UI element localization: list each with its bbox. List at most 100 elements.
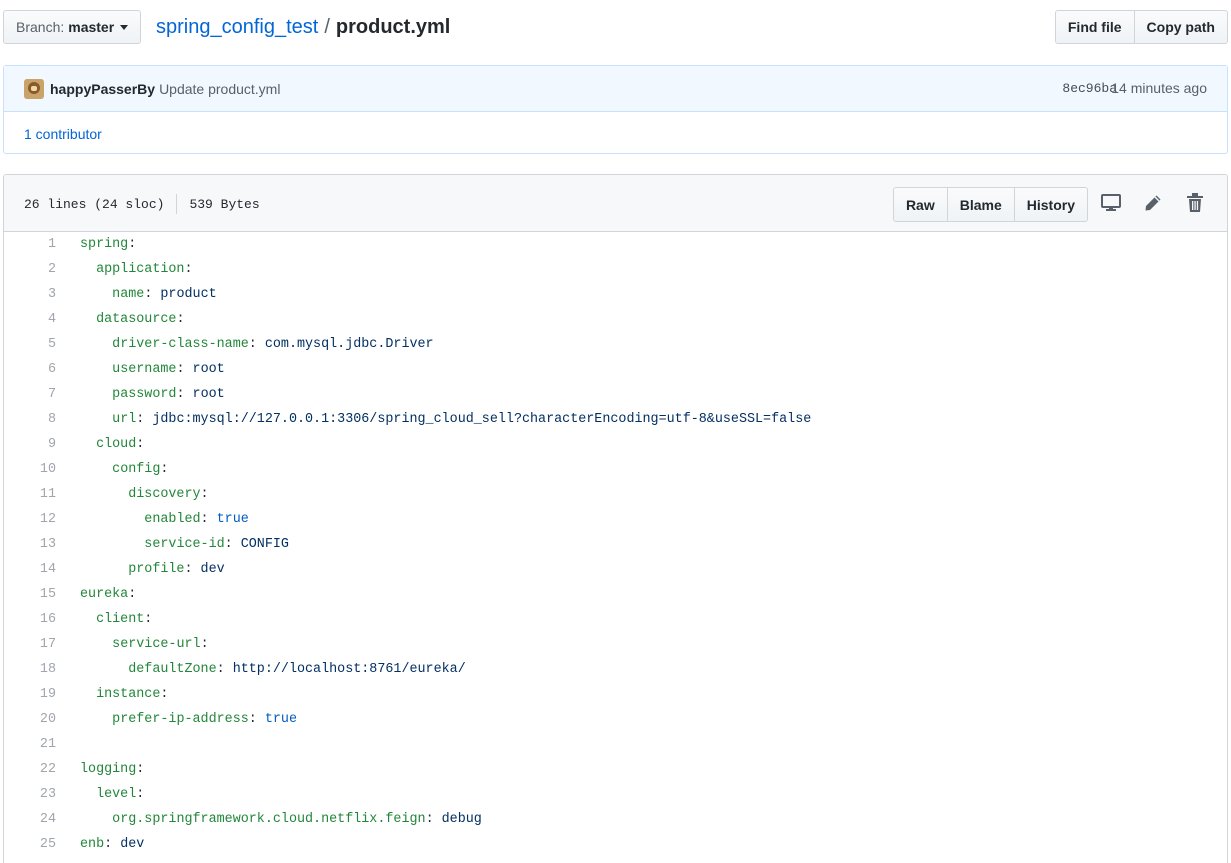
commit-author[interactable]: happyPasserBy xyxy=(50,81,155,97)
branch-select-button[interactable]: Branch: master xyxy=(3,10,142,44)
code-line: 15 eureka: xyxy=(4,582,1227,607)
code-line: 5 driver-class-name: com.mysql.jdbc.Driv… xyxy=(4,332,1227,357)
yaml-key: cloud xyxy=(96,437,137,452)
line-content: enb: dev xyxy=(80,837,145,852)
yaml-key: service-id xyxy=(144,537,225,552)
commit-message[interactable]: Update product.yml xyxy=(159,81,280,97)
line-content: cloud: xyxy=(96,437,153,452)
line-number[interactable]: 19 xyxy=(4,687,56,702)
repo-link[interactable]: spring_config_test xyxy=(156,16,318,39)
yaml-value: true xyxy=(264,712,297,727)
line-content: defaultZone: http://localhost:8761/eurek… xyxy=(128,662,466,677)
code-listing: 1 spring: 2 application: 3 name: product 4… xyxy=(4,232,1227,857)
line-number[interactable]: 24 xyxy=(4,812,56,827)
yaml-key: enb xyxy=(80,837,105,852)
avatar[interactable] xyxy=(24,78,44,99)
line-content: profile: dev xyxy=(128,562,225,577)
line-content: org.springframework.cloud.netflix.feign:… xyxy=(112,812,482,827)
yaml-key: config xyxy=(112,462,161,477)
yaml-key: name xyxy=(112,287,145,302)
yaml-value: root xyxy=(192,387,225,402)
line-number[interactable]: 20 xyxy=(4,712,56,727)
line-content: instance: xyxy=(96,687,177,702)
line-content: spring: xyxy=(80,237,145,252)
history-button[interactable]: History xyxy=(1014,187,1088,222)
line-number[interactable]: 5 xyxy=(4,337,56,352)
yaml-key: level xyxy=(96,787,137,802)
yaml-value: jdbc:mysql://127.0.0.1:3306/spring_cloud… xyxy=(152,412,812,427)
file-viewer: 26 lines (24 sloc) 539 Bytes Raw Blame H… xyxy=(3,174,1228,863)
commit-sha[interactable]: 8ec96ba xyxy=(1062,81,1117,96)
trash-icon[interactable] xyxy=(1185,192,1205,214)
desktop-icon[interactable] xyxy=(1101,192,1121,214)
line-number[interactable]: 18 xyxy=(4,662,56,677)
line-content: service-id: CONFIG xyxy=(144,537,289,552)
pencil-icon[interactable] xyxy=(1143,192,1163,214)
line-number[interactable]: 1 xyxy=(4,237,56,252)
commit-time: 14 minutes ago xyxy=(1111,80,1207,96)
code-line: 7 password: root xyxy=(4,382,1227,407)
yaml-key: logging xyxy=(80,762,137,777)
line-number[interactable]: 10 xyxy=(4,462,56,477)
yaml-key: spring xyxy=(80,237,129,252)
line-number[interactable]: 21 xyxy=(4,737,56,752)
line-number[interactable]: 7 xyxy=(4,387,56,402)
line-number[interactable]: 4 xyxy=(4,312,56,327)
find-file-button[interactable]: Find file xyxy=(1054,10,1135,44)
code-line: 8 url: jdbc:mysql://127.0.0.1:3306/sprin… xyxy=(4,407,1227,432)
blame-button[interactable]: Blame xyxy=(947,187,1015,222)
line-number[interactable]: 8 xyxy=(4,412,56,427)
raw-button[interactable]: Raw xyxy=(892,187,948,222)
branch-prefix: Branch: xyxy=(16,19,65,35)
file-header: 26 lines (24 sloc) 539 Bytes Raw Blame H… xyxy=(4,175,1227,232)
line-number[interactable]: 12 xyxy=(4,512,56,527)
yaml-key: discovery xyxy=(128,487,201,502)
line-content: datasource: xyxy=(96,312,193,327)
code-line: 13 service-id: CONFIG xyxy=(4,532,1227,557)
code-line: 4 datasource: xyxy=(4,307,1227,332)
yaml-key: service-url xyxy=(112,637,201,652)
copy-path-button[interactable]: Copy path xyxy=(1134,10,1228,44)
line-number[interactable]: 13 xyxy=(4,537,56,552)
yaml-value: dev xyxy=(200,562,225,577)
line-number[interactable]: 23 xyxy=(4,787,56,802)
yaml-value: http://localhost:8761/eureka/ xyxy=(232,662,466,677)
line-number[interactable]: 22 xyxy=(4,762,56,777)
yaml-key: eureka xyxy=(80,587,129,602)
line-content: password: root xyxy=(112,387,225,402)
line-number[interactable]: 3 xyxy=(4,287,56,302)
line-content: level: xyxy=(96,787,153,802)
file-icon-actions xyxy=(1101,192,1205,214)
line-content: name: product xyxy=(112,287,217,302)
file-navigation: Branch: master spring_config_test / prod… xyxy=(3,10,1228,45)
yaml-key: enabled xyxy=(144,512,201,527)
yaml-key: url xyxy=(112,412,137,427)
line-number[interactable]: 11 xyxy=(4,487,56,502)
line-number[interactable]: 6 xyxy=(4,362,56,377)
code-line: 19 instance: xyxy=(4,682,1227,707)
line-number[interactable]: 2 xyxy=(4,262,56,277)
yaml-key: client xyxy=(96,612,145,627)
code-line: 9 cloud: xyxy=(4,432,1227,457)
yaml-key: profile xyxy=(128,562,185,577)
file-info-divider xyxy=(176,194,178,214)
line-number[interactable]: 14 xyxy=(4,562,56,577)
caret-down-icon xyxy=(120,24,129,30)
file-line-count: 26 lines (24 sloc) xyxy=(24,196,165,212)
code-line: 18 defaultZone: http://localhost:8761/eu… xyxy=(4,657,1227,682)
yaml-key: defaultZone xyxy=(128,662,217,677)
yaml-key: password xyxy=(112,387,177,402)
line-number[interactable]: 16 xyxy=(4,612,56,627)
line-content: enabled: true xyxy=(144,512,249,527)
line-content: url: jdbc:mysql://127.0.0.1:3306/spring_… xyxy=(112,412,812,427)
branch-name: master xyxy=(68,19,115,35)
code-line: 11 discovery: xyxy=(4,482,1227,507)
code-line: 6 username: root xyxy=(4,357,1227,382)
contributors-link[interactable]: 1 contributor xyxy=(24,126,102,142)
line-number[interactable]: 25 xyxy=(4,837,56,852)
line-number[interactable]: 17 xyxy=(4,637,56,652)
line-number[interactable]: 9 xyxy=(4,437,56,452)
code-line: 10 config: xyxy=(4,457,1227,482)
line-number[interactable]: 15 xyxy=(4,587,56,602)
line-content: driver-class-name: com.mysql.jdbc.Driver xyxy=(112,337,434,352)
